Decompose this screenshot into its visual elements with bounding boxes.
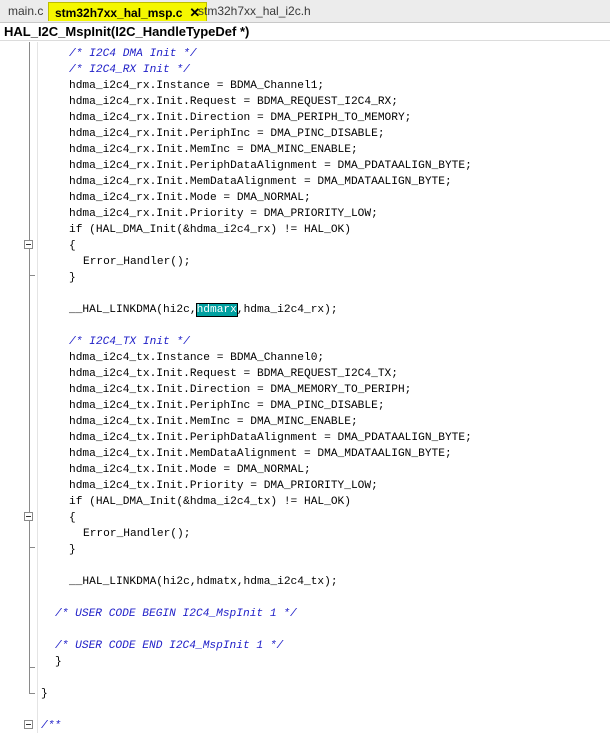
code-line: Error_Handler();: [83, 528, 191, 540]
code-line: hdma_i2c4_rx.Init.Mode = DMA_NORMAL;: [69, 192, 311, 204]
gutter-separator: [37, 42, 38, 733]
code-line: Error_Handler();: [83, 256, 191, 268]
code-line: hdma_i2c4_tx.Instance = BDMA_Channel0;: [69, 352, 325, 364]
code-line: hdma_i2c4_rx.Init.Direction = DMA_PERIPH…: [69, 112, 412, 124]
code-line: hdma_i2c4_tx.Init.Priority = DMA_PRIORIT…: [69, 480, 378, 492]
code-line: hdma_i2c4_tx.Init.Request = BDMA_REQUEST…: [69, 368, 398, 380]
fold-end-marker: [29, 275, 35, 276]
code-line: {: [69, 240, 76, 252]
selected-token[interactable]: hdmarx: [195, 303, 238, 317]
code-token: ,hdma_i2c4_rx);: [236, 304, 338, 316]
tab-bar: main.c stm32h7xx_hal_msp.c ✕ stm32h7xx_ha…: [0, 0, 610, 23]
code-comment: /* I2C4 DMA Init */: [69, 48, 197, 60]
tab-main-c[interactable]: main.c: [2, 2, 49, 21]
code-line: }: [69, 272, 76, 284]
code-line: __HAL_LINKDMA(hi2c,hdmarx,hdma_i2c4_rx);: [69, 302, 338, 318]
code-line: }: [55, 656, 62, 668]
fold-line: [29, 42, 30, 694]
code-line: hdma_i2c4_tx.Init.MemInc = DMA_MINC_ENAB…: [69, 416, 358, 428]
fold-collapse-icon[interactable]: [24, 720, 33, 729]
code-line: hdma_i2c4_rx.Init.PeriphInc = DMA_PINC_D…: [69, 128, 385, 140]
code-comment: /**: [41, 720, 62, 732]
code-editor[interactable]: /* I2C4 DMA Init */ /* I2C4_RX Init */ h…: [0, 42, 610, 733]
code-line: hdma_i2c4_rx.Init.Request = BDMA_REQUEST…: [69, 96, 398, 108]
code-comment: /* USER CODE BEGIN I2C4_MspInit 1 */: [55, 608, 297, 620]
code-line: __HAL_LINKDMA(hi2c,hdmatx,hdma_i2c4_tx);: [69, 576, 338, 588]
code-line: hdma_i2c4_rx.Init.MemInc = DMA_MINC_ENAB…: [69, 144, 358, 156]
tab-label: stm32h7xx_hal_i2c.h: [198, 4, 311, 18]
code-line: if (HAL_DMA_Init(&hdma_i2c4_tx) != HAL_O…: [69, 496, 351, 508]
fold-gutter: [0, 42, 37, 733]
code-line: hdma_i2c4_rx.Instance = BDMA_Channel1;: [69, 80, 325, 92]
code-line: }: [69, 544, 76, 556]
fold-collapse-icon[interactable]: [24, 512, 33, 521]
tab-label: stm32h7xx_hal_msp.c: [55, 6, 183, 20]
code-line: hdma_i2c4_tx.Init.PeriphInc = DMA_PINC_D…: [69, 400, 385, 412]
code-line: if (HAL_DMA_Init(&hdma_i2c4_rx) != HAL_O…: [69, 224, 351, 236]
code-line: hdma_i2c4_rx.Init.Priority = DMA_PRIORIT…: [69, 208, 378, 220]
fold-collapse-icon[interactable]: [24, 240, 33, 249]
code-line: hdma_i2c4_tx.Init.Mode = DMA_NORMAL;: [69, 464, 311, 476]
code-line: hdma_i2c4_tx.Init.Direction = DMA_MEMORY…: [69, 384, 412, 396]
code-line: hdma_i2c4_rx.Init.PeriphDataAlignment = …: [69, 160, 472, 172]
code-token: __HAL_LINKDMA(hi2c,: [69, 304, 197, 316]
tab-stm32h7xx-hal-i2c-h[interactable]: stm32h7xx_hal_i2c.h: [192, 2, 317, 21]
code-comment: /* USER CODE END I2C4_MspInit 1 */: [55, 640, 284, 652]
tab-stm32h7xx-hal-msp-c[interactable]: stm32h7xx_hal_msp.c ✕: [48, 2, 208, 21]
code-comment: /* I2C4_RX Init */: [69, 64, 190, 76]
code-line: hdma_i2c4_rx.Init.MemDataAlignment = DMA…: [69, 176, 452, 188]
code-line: }: [41, 688, 48, 700]
code-line: {: [69, 512, 76, 524]
tab-label: main.c: [8, 4, 44, 18]
code-line: hdma_i2c4_tx.Init.PeriphDataAlignment = …: [69, 432, 472, 444]
code-comment: /* I2C4_TX Init */: [69, 336, 190, 348]
fold-end-marker: [29, 693, 35, 694]
fold-end-marker: [29, 547, 35, 548]
function-scope-bar[interactable]: HAL_I2C_MspInit(I2C_HandleTypeDef *): [0, 23, 610, 41]
fold-end-marker: [29, 667, 35, 668]
code-line: hdma_i2c4_tx.Init.MemDataAlignment = DMA…: [69, 448, 452, 460]
